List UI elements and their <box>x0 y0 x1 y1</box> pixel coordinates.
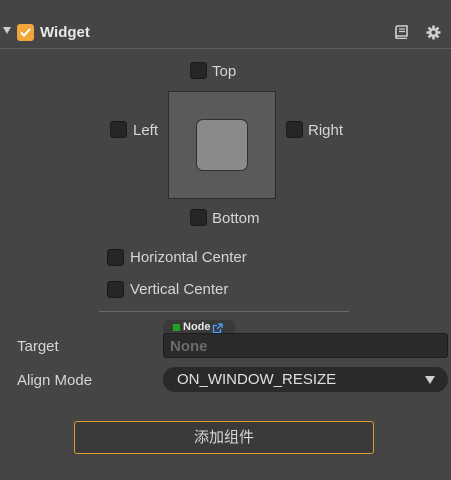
align-bottom-label: Bottom <box>212 210 260 227</box>
chevron-down-icon[interactable] <box>3 27 11 34</box>
node-type-label: Node <box>183 321 211 333</box>
horizontal-center-label: Horizontal Center <box>130 249 247 266</box>
align-left-checkbox[interactable] <box>110 121 127 138</box>
header-divider <box>0 48 451 49</box>
dropdown-arrow-icon <box>425 376 435 384</box>
align-mode-label: Align Mode <box>17 372 93 389</box>
horizontal-center-checkbox[interactable] <box>107 249 124 266</box>
gear-icon[interactable] <box>426 25 441 40</box>
enable-checkbox[interactable] <box>17 24 34 41</box>
align-bottom-checkbox[interactable] <box>190 209 207 226</box>
component-title: Widget <box>40 24 90 41</box>
checkmark-icon <box>20 28 31 37</box>
align-right-label: Right <box>308 122 344 139</box>
align-right-checkbox[interactable] <box>286 121 303 138</box>
vertical-center-label: Vertical Center <box>130 281 229 298</box>
align-left-label: Left <box>133 122 159 139</box>
target-value: None <box>170 338 208 355</box>
align-mode-value: ON_WINDOW_RESIZE <box>177 371 337 388</box>
vertical-center-checkbox[interactable] <box>107 281 124 298</box>
align-top-checkbox[interactable] <box>190 62 207 79</box>
layout-preview-inner <box>196 119 248 171</box>
book-icon[interactable] <box>395 25 408 40</box>
align-top-label: Top <box>212 63 237 80</box>
node-type-icon <box>173 324 180 331</box>
target-label: Target <box>17 338 59 355</box>
external-link-icon[interactable] <box>212 321 223 334</box>
add-component-button[interactable]: 添加组件 <box>74 421 374 454</box>
section-divider <box>99 311 349 312</box>
